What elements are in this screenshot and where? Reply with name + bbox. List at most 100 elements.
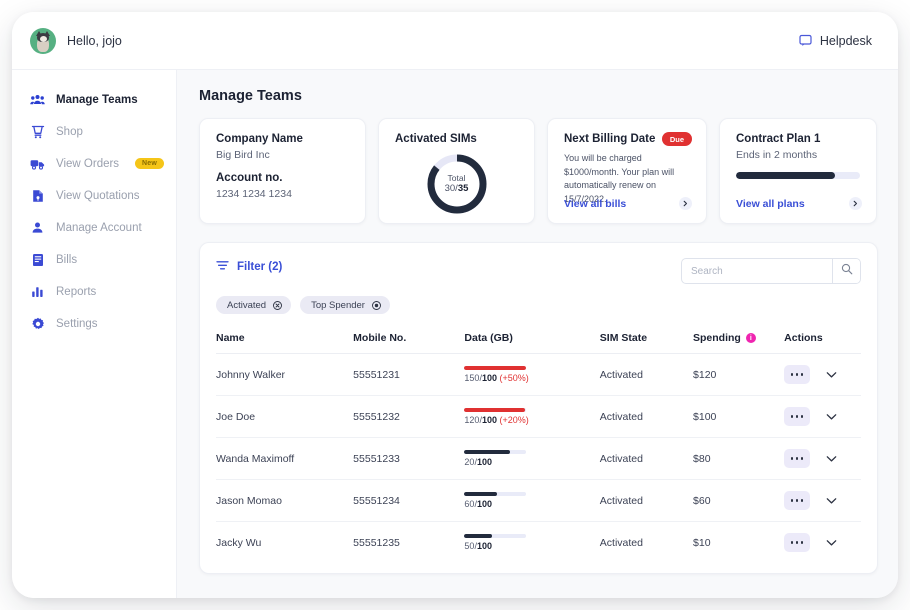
cell-name: Wanda Maximoff [216, 438, 353, 480]
delivery-truck-icon [30, 158, 45, 170]
cell-actions [784, 396, 861, 438]
more-horizontal-icon[interactable] [784, 491, 810, 510]
header-data[interactable]: Data (GB) [464, 332, 599, 354]
more-horizontal-icon[interactable] [784, 407, 810, 426]
page-title: Manage Teams [199, 88, 878, 104]
cell-name: Joe Doe [216, 396, 353, 438]
due-badge: Due [662, 132, 692, 146]
cell-mobile: 55551233 [353, 438, 464, 480]
helpdesk-label: Helpdesk [820, 34, 872, 48]
cell-mobile: 55551231 [353, 354, 464, 396]
chevron-right-icon [849, 197, 862, 210]
close-circle-icon[interactable] [372, 301, 381, 310]
header-sim-state[interactable]: SIM State [600, 332, 693, 354]
search-box [681, 258, 861, 284]
contract-plan-label: Contract Plan 1 [736, 133, 860, 145]
more-horizontal-icon[interactable] [784, 449, 810, 468]
cell-sim-state: Activated [600, 438, 693, 480]
chip-label: Top Spender [311, 300, 365, 311]
cell-sim-state: Activated [600, 522, 693, 564]
table-header-row: Name Mobile No. Data (GB) SIM State Spen… [216, 332, 861, 354]
sidebar-item-bills[interactable]: Bills [12, 247, 176, 272]
search-input[interactable] [682, 259, 832, 283]
header-name[interactable]: Name [216, 332, 353, 354]
cell-data: 60/100 [464, 480, 599, 522]
activated-sims-label: Activated SIMs [395, 133, 518, 145]
data-usage-bar-fill [464, 450, 509, 454]
data-usage-bar-track [464, 450, 526, 454]
sidebar-badge-new: New [135, 158, 164, 169]
table-row[interactable]: Johnny Walker55551231150/100 (+50%)Activ… [216, 354, 861, 396]
info-icon[interactable]: i [746, 333, 756, 343]
more-horizontal-icon[interactable] [784, 533, 810, 552]
data-usage-label: 50/100 [464, 541, 599, 551]
sidebar-item-label: View Orders [56, 158, 119, 170]
sidebar-item-label: Manage Teams [56, 94, 138, 106]
user-greeting-block[interactable]: Hello, jojo [30, 28, 122, 54]
helpdesk-button[interactable]: Helpdesk [799, 34, 872, 48]
cell-name: Jason Momao [216, 480, 353, 522]
chevron-down-icon[interactable] [826, 539, 837, 547]
activated-sims-donut-chart: Total 30/35 [425, 152, 489, 216]
cell-mobile: 55551232 [353, 396, 464, 438]
data-usage-bar-track [464, 534, 526, 538]
chevron-down-icon[interactable] [826, 413, 837, 421]
next-billing-date-card: Next Billing Date Due You will be charge… [547, 118, 707, 224]
app-window: Hello, jojo Helpdesk [12, 12, 898, 598]
data-usage-bar-track [464, 492, 526, 496]
contract-plan-card: Contract Plan 1 Ends in 2 months View al… [719, 118, 877, 224]
chevron-down-icon[interactable] [826, 497, 837, 505]
sidebar-item-label: View Quotations [56, 190, 140, 202]
cell-mobile: 55551234 [353, 480, 464, 522]
donut-total-label: Total [448, 173, 466, 184]
filter-chips: Activated Top Spender [216, 296, 861, 314]
sidebar-item-manage-account[interactable]: Manage Account [12, 215, 176, 240]
filter-chip-activated[interactable]: Activated [216, 296, 291, 314]
filter-button[interactable]: Filter (2) [216, 258, 282, 274]
company-name-card: Company Name Big Bird Inc Account no. 12… [199, 118, 366, 224]
donut-used-value: 30 [445, 183, 456, 194]
more-horizontal-icon[interactable] [784, 365, 810, 384]
company-name-label: Company Name [216, 133, 349, 145]
teams-table-panel: Filter (2) [199, 242, 878, 574]
cell-sim-state: Activated [600, 354, 693, 396]
view-all-plans-link[interactable]: View all plans [736, 197, 862, 210]
cell-sim-state: Activated [600, 480, 693, 522]
sidebar-item-label: Shop [56, 126, 83, 138]
cell-spending: $10 [693, 522, 784, 564]
search-button[interactable] [832, 259, 860, 283]
data-usage-label: 150/100 (+50%) [464, 373, 599, 383]
shopping-cart-icon [30, 125, 45, 139]
header-mobile[interactable]: Mobile No. [353, 332, 464, 354]
close-circle-icon[interactable] [273, 301, 282, 310]
sidebar-item-settings[interactable]: Settings [12, 311, 176, 336]
table-row[interactable]: Wanda Maximoff5555123320/100 Activated$8… [216, 438, 861, 480]
sidebar-item-view-orders[interactable]: View Orders New [12, 151, 176, 176]
view-all-bills-link[interactable]: View all bills [564, 197, 692, 210]
chip-label: Activated [227, 300, 266, 311]
filter-chip-top-spender[interactable]: Top Spender [300, 296, 390, 314]
company-name-value: Big Bird Inc [216, 149, 349, 161]
sidebar-item-label: Settings [56, 318, 98, 330]
data-usage-bar-fill [464, 408, 524, 412]
contract-progress-track [736, 172, 860, 179]
cell-actions [784, 480, 861, 522]
table-row[interactable]: Joe Doe55551232120/100 (+20%)Activated$1… [216, 396, 861, 438]
chevron-down-icon[interactable] [826, 455, 837, 463]
table-row[interactable]: Jacky Wu5555123550/100 Activated$10 [216, 522, 861, 564]
teams-table: Name Mobile No. Data (GB) SIM State Spen… [216, 332, 861, 563]
sidebar-item-shop[interactable]: Shop [12, 119, 176, 144]
table-row[interactable]: Jason Momao5555123460/100 Activated$60 [216, 480, 861, 522]
donut-total-value: 35 [458, 183, 469, 194]
sidebar-item-manage-teams[interactable]: Manage Teams [12, 87, 176, 112]
chevron-down-icon[interactable] [826, 371, 837, 379]
view-all-plans-label: View all plans [736, 198, 805, 210]
people-group-icon [30, 93, 45, 106]
cell-mobile: 55551235 [353, 522, 464, 564]
sidebar: Manage Teams Shop [12, 70, 177, 598]
sidebar-item-view-quotations[interactable]: View Quotations [12, 183, 176, 208]
sidebar-item-label: Reports [56, 286, 96, 298]
sidebar-item-reports[interactable]: Reports [12, 279, 176, 304]
header-spending[interactable]: Spending i [693, 332, 784, 354]
cell-spending: $100 [693, 396, 784, 438]
